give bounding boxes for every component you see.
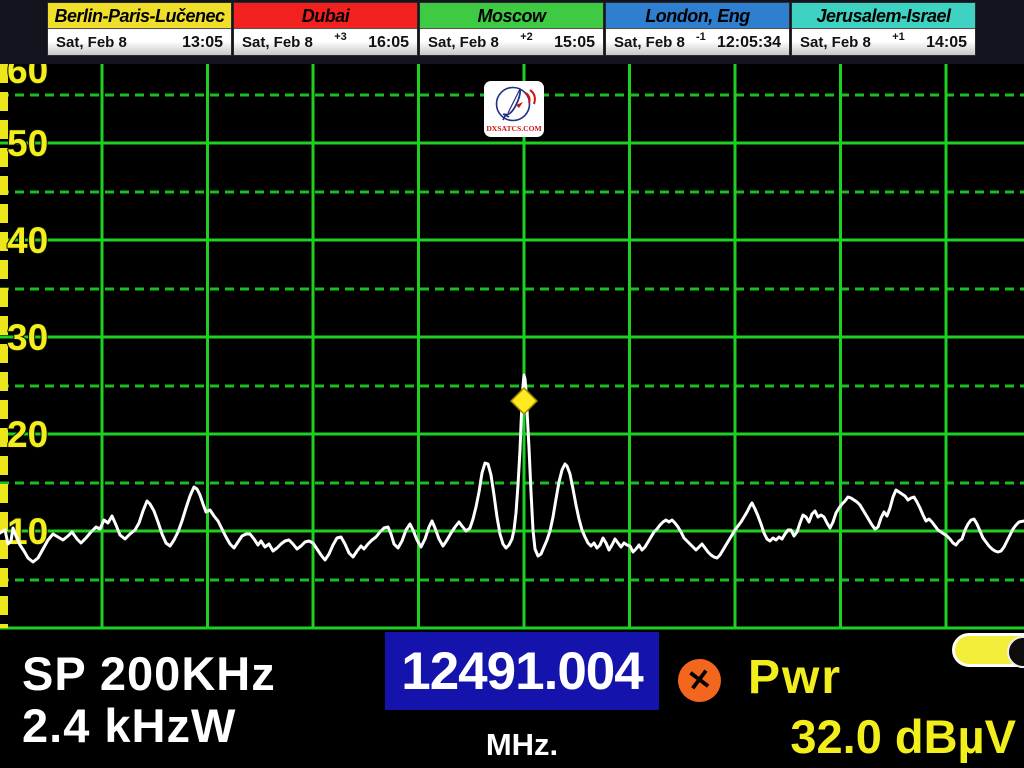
frequency-unit-label: MHz. <box>440 727 604 763</box>
clock-date: Sat, Feb 8 <box>428 34 499 51</box>
bandwidth-readout: 2.4 kHzW <box>22 698 236 753</box>
clock-utc-offset: +2 <box>520 31 533 43</box>
clock-city-label: Jerusalem-Israel <box>792 3 975 29</box>
clock-time-row: Sat, Feb 8 +1 14:05 <box>792 29 975 55</box>
clock-panel: Dubai Sat, Feb 8 +3 16:05 <box>233 2 418 56</box>
y-axis-tick-label: 40 <box>7 220 48 261</box>
clock-utc-offset: -1 <box>696 31 706 43</box>
clock-time-row: Sat, Feb 8 13:05 <box>48 29 231 55</box>
y-axis-tick-label: 50 <box>7 123 48 164</box>
signal-meter-screen: 605040302010 Berlin-Paris-Lučenec Sat, F… <box>0 0 1024 768</box>
clock-panels: Berlin-Paris-Lučenec Sat, Feb 8 13:05 Du… <box>47 2 977 56</box>
clock-city-label: Moscow <box>420 3 603 29</box>
power-toggle[interactable] <box>952 633 1024 667</box>
clock-panel: Moscow Sat, Feb 8 +2 15:05 <box>419 2 604 56</box>
power-value: 32.0 dBµV <box>700 709 1016 764</box>
clock-time: 14:05 <box>926 34 967 52</box>
clock-time: 13:05 <box>182 34 223 52</box>
world-clock-bar: Berlin-Paris-Lučenec Sat, Feb 8 13:05 Du… <box>0 0 1024 64</box>
satellite-dish-icon: DXSATCS.COM <box>486 83 542 135</box>
frequency-display[interactable]: 12491.004 <box>385 632 659 710</box>
clock-city-label: Dubai <box>234 3 417 29</box>
y-axis-tick-label: 20 <box>7 414 48 455</box>
clock-time: 12:05:34 <box>717 34 781 52</box>
clock-panel: London, Eng Sat, Feb 8 -1 12:05:34 <box>605 2 790 56</box>
span-readout: SP 200KHz <box>22 646 276 701</box>
peak-marker-icon <box>511 388 537 414</box>
clock-date: Sat, Feb 8 <box>56 34 127 51</box>
clock-utc-offset: +1 <box>892 31 905 43</box>
toggle-knob-icon[interactable] <box>1007 636 1024 668</box>
power-label: Pwr <box>748 650 842 705</box>
clock-time-row: Sat, Feb 8 +2 15:05 <box>420 29 603 55</box>
clock-time-row: Sat, Feb 8 -1 12:05:34 <box>606 29 789 55</box>
y-axis-tick-label: 30 <box>7 317 48 358</box>
logo-text: DXSATCS.COM <box>486 124 541 133</box>
frequency-value: 12491.004 <box>401 641 643 702</box>
clock-city-label: London, Eng <box>606 3 789 29</box>
clock-panel: Jerusalem-Israel Sat, Feb 8 +1 14:05 <box>791 2 976 56</box>
dxsatcs-logo: DXSATCS.COM <box>484 81 544 137</box>
clock-date: Sat, Feb 8 <box>614 34 685 51</box>
clock-time: 15:05 <box>554 34 595 52</box>
clock-utc-offset: +3 <box>334 31 347 43</box>
clock-city-label: Berlin-Paris-Lučenec <box>48 3 231 29</box>
clock-panel: Berlin-Paris-Lučenec Sat, Feb 8 13:05 <box>47 2 232 56</box>
clock-time: 16:05 <box>368 34 409 52</box>
clock-date: Sat, Feb 8 <box>800 34 871 51</box>
clock-date: Sat, Feb 8 <box>242 34 313 51</box>
clock-time-row: Sat, Feb 8 +3 16:05 <box>234 29 417 55</box>
close-icon: ✕ <box>685 661 714 699</box>
